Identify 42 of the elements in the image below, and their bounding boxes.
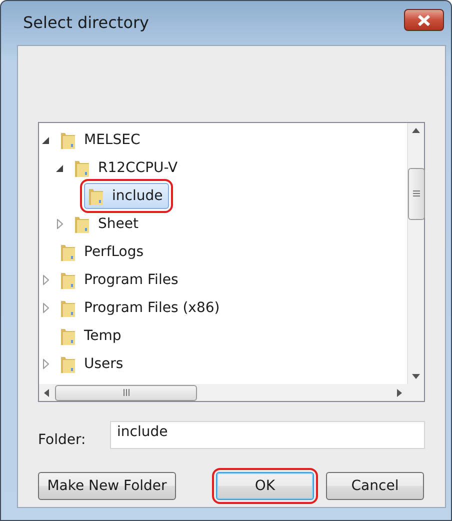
tree-item[interactable]: R12CCPU-V — [70, 155, 184, 181]
dialog-button[interactable]: OK — [216, 472, 314, 500]
folder-icon — [60, 242, 76, 262]
tree-item[interactable]: PerfLogs — [56, 239, 150, 265]
close-icon — [417, 14, 431, 26]
window-title: Select directory — [23, 12, 150, 32]
close-button[interactable] — [404, 9, 444, 31]
expanded-triangle-icon[interactable] — [56, 164, 63, 172]
tree-item[interactable]: include — [84, 183, 169, 209]
scroll-right-icon[interactable] — [397, 388, 402, 396]
folder-icon — [60, 326, 76, 346]
scrollbar-thumb[interactable] — [408, 168, 424, 220]
horizontal-scrollbar[interactable] — [39, 384, 407, 401]
collapsed-triangle-icon[interactable] — [42, 303, 48, 313]
dialog-button[interactable]: Make New Folder — [38, 472, 176, 500]
tree-item[interactable]: MELSEC — [56, 127, 146, 153]
grip-icon — [412, 190, 420, 197]
expanded-triangle-icon[interactable] — [42, 136, 49, 144]
dialog-button[interactable]: Cancel — [326, 472, 424, 500]
tree-item[interactable]: Users — [56, 351, 130, 377]
folder-label: Folder: — [38, 431, 87, 448]
folder-icon — [60, 130, 76, 150]
collapsed-triangle-icon[interactable] — [42, 275, 48, 285]
tree-item[interactable]: Sheet — [70, 211, 144, 237]
tree-item[interactable]: Program Files (x86) — [56, 295, 226, 321]
vertical-scrollbar[interactable] — [407, 123, 424, 384]
folder-icon — [60, 298, 76, 318]
folder-icon — [74, 214, 90, 234]
tree-item[interactable]: Temp — [56, 323, 128, 349]
scroll-left-icon[interactable] — [44, 388, 49, 396]
folder-icon — [88, 186, 104, 206]
grip-icon — [122, 389, 130, 396]
folder-input-field[interactable]: include — [110, 421, 425, 449]
folder-icon — [60, 270, 76, 290]
scrollbar-thumb[interactable] — [55, 384, 197, 400]
scroll-down-icon[interactable] — [412, 374, 420, 379]
tree-item[interactable]: Program Files — [56, 267, 184, 293]
folder-icon — [60, 354, 76, 374]
collapsed-triangle-icon[interactable] — [56, 219, 62, 229]
folder-icon — [74, 158, 90, 178]
scroll-up-icon[interactable] — [412, 128, 420, 133]
collapsed-triangle-icon[interactable] — [42, 359, 48, 369]
